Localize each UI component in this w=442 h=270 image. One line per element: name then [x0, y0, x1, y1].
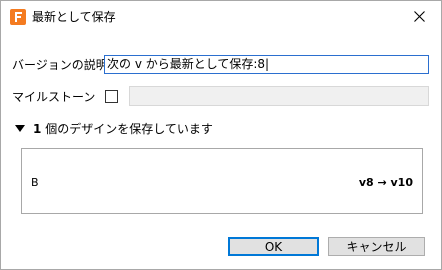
- milestone-checkbox[interactable]: [105, 90, 118, 103]
- design-name: B: [31, 176, 39, 189]
- description-value: 次の v から最新として保存:8|: [107, 57, 270, 71]
- milestone-input: [129, 86, 429, 106]
- save-summary: 1 個のデザインを保存しています: [33, 121, 213, 137]
- collapse-triangle-icon[interactable]: [15, 125, 25, 133]
- list-item: B v8 → v10: [22, 175, 422, 191]
- title-bar: 最新として保存: [1, 1, 441, 32]
- milestone-label: マイルストーン: [12, 90, 96, 104]
- summary-text: 個のデザインを保存しています: [45, 122, 213, 136]
- ok-button[interactable]: OK: [228, 237, 319, 256]
- description-input[interactable]: 次の v から最新として保存:8|: [104, 55, 429, 74]
- design-list: B v8 → v10: [21, 148, 423, 214]
- description-label: バージョンの説明: [12, 58, 108, 72]
- close-button[interactable]: [399, 1, 441, 32]
- version-change: v8 → v10: [358, 176, 413, 189]
- window-title: 最新として保存: [32, 10, 116, 24]
- cancel-button[interactable]: キャンセル: [328, 237, 425, 256]
- save-as-latest-dialog: 最新として保存 バージョンの説明 次の v から最新として保存:8| マイルスト…: [0, 0, 442, 270]
- design-count: 1: [33, 122, 42, 136]
- close-icon: [414, 11, 425, 22]
- app-icon: [10, 9, 26, 25]
